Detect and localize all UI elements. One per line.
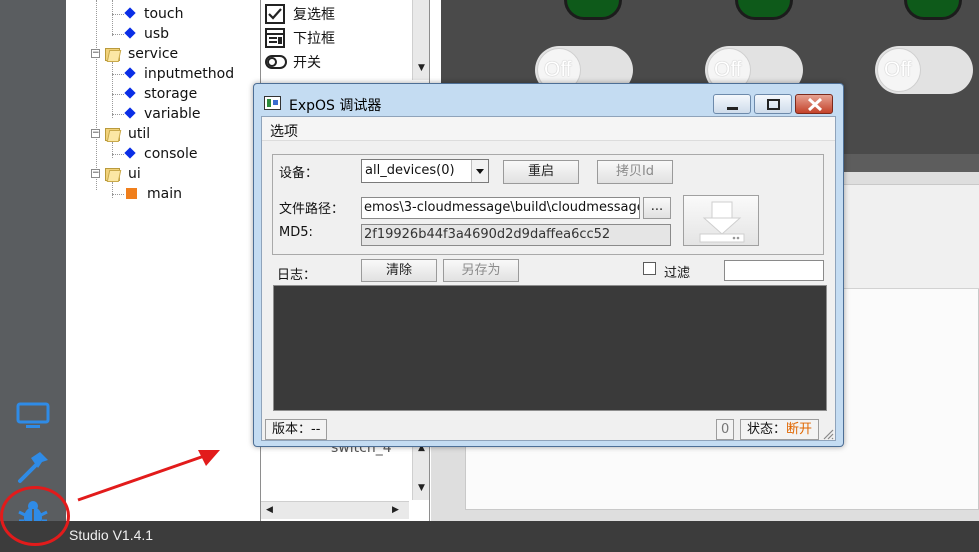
folder-icon: [105, 46, 120, 61]
status-badge: 断开: [786, 422, 813, 437]
filter-checkbox[interactable]: [643, 262, 656, 275]
md5-field: 2f19926b44f3a4690d2d9daffea6cc52: [361, 224, 671, 246]
module-icon: [124, 87, 136, 99]
toggle-icon: [265, 55, 287, 69]
scroll-down-arrow-icon[interactable]: ▼: [413, 60, 430, 77]
green-indicator: [735, 0, 793, 20]
dialog-titlebar[interactable]: ExpOS 调试器: [254, 84, 843, 116]
filter-input[interactable]: [724, 260, 824, 281]
annotation-circle: [0, 486, 70, 546]
dialog-title: ExpOS 调试器: [289, 98, 382, 114]
message-count: 0: [716, 419, 735, 440]
widget-list-hscrollbar[interactable]: ◀ ▶: [261, 501, 409, 519]
folder-icon: [105, 126, 120, 141]
green-indicator: [904, 0, 962, 20]
checkbox-icon: [265, 4, 285, 24]
connection-status: 状态：断开: [740, 419, 820, 440]
green-indicator: [564, 0, 622, 20]
dropdown-icon: [265, 28, 285, 48]
annotation-arrow-icon: [77, 450, 220, 502]
canvas-off-switch[interactable]: Off: [875, 46, 973, 94]
debugger-dialog[interactable]: ExpOS 调试器 选项 设备： all_devices(0) 重启 拷贝Id …: [253, 83, 844, 447]
widget-list-scrollbar-top[interactable]: ▼: [412, 0, 429, 80]
dialog-client: 选项 设备： all_devices(0) 重启 拷贝Id 文件路径： emos…: [261, 116, 836, 441]
scroll-down-arrow-icon[interactable]: ▼: [413, 480, 430, 497]
scroll-left-arrow-icon[interactable]: ◀: [261, 502, 278, 519]
collapse-toggle[interactable]: −: [91, 169, 100, 178]
menu-options[interactable]: 选项: [270, 121, 298, 141]
hammer-icon[interactable]: [12, 447, 54, 487]
file-path-field[interactable]: emos\3-cloudmessage\build\cloudmessage.a…: [361, 197, 640, 219]
copy-id-button[interactable]: 拷贝Id: [597, 160, 673, 184]
widget-item-dropdown[interactable]: 下拉框: [265, 27, 335, 51]
collapse-toggle[interactable]: −: [91, 129, 100, 138]
status-bar: Studio V1.4.1: [0, 521, 979, 552]
scroll-right-arrow-icon[interactable]: ▶: [387, 502, 404, 519]
tree-item-console[interactable]: console: [124, 144, 198, 164]
tree-item-usb[interactable]: usb: [124, 24, 169, 44]
chevron-down-icon: [471, 160, 488, 182]
device-label: 设备：: [279, 166, 319, 181]
log-label: 日志：: [277, 268, 317, 283]
monitor-icon[interactable]: [12, 396, 54, 436]
minimize-button[interactable]: [713, 94, 751, 114]
widget-item-toggle[interactable]: 开关: [265, 51, 321, 75]
tree-item-touch[interactable]: touch: [124, 4, 184, 24]
collapse-toggle[interactable]: −: [91, 49, 100, 58]
widget-list-scrollbar[interactable]: ▲ ▼: [412, 440, 429, 500]
maximize-button[interactable]: [754, 94, 792, 114]
tree-item-main[interactable]: main: [126, 184, 182, 204]
module-icon: [124, 67, 136, 79]
menu-bar: 选项: [262, 117, 835, 141]
tree-item-inputmethod[interactable]: inputmethod: [124, 64, 234, 84]
tree-item-variable[interactable]: variable: [124, 104, 200, 124]
widget-item-checkbox[interactable]: 复选框: [265, 3, 335, 27]
save-as-button[interactable]: 另存为: [443, 259, 519, 282]
tree-folder-service[interactable]: service: [105, 44, 178, 64]
close-button[interactable]: [795, 94, 833, 114]
log-output[interactable]: [273, 285, 827, 411]
module-icon: [124, 147, 136, 159]
download-button[interactable]: [683, 195, 759, 246]
download-icon: [699, 201, 745, 243]
app-icon: [264, 96, 281, 110]
studio-version: Studio V1.4.1: [69, 527, 154, 543]
page-icon: [126, 188, 137, 199]
clear-log-button[interactable]: 清除: [361, 259, 437, 282]
resize-grip-icon[interactable]: [822, 428, 834, 440]
md5-label: MD5:: [279, 225, 313, 240]
file-path-label: 文件路径：: [279, 202, 345, 217]
browse-button[interactable]: ...: [643, 197, 671, 219]
tree-folder-ui[interactable]: ui: [105, 164, 141, 184]
device-select[interactable]: all_devices(0): [361, 159, 489, 183]
tree-folder-util[interactable]: util: [105, 124, 150, 144]
activity-bar: [0, 0, 66, 532]
module-icon: [124, 7, 136, 19]
filter-label: 过滤: [664, 266, 691, 281]
tree-item-storage[interactable]: storage: [124, 84, 197, 104]
version-indicator: 版本：--: [265, 419, 328, 440]
folder-icon: [105, 166, 120, 181]
module-icon: [124, 107, 136, 119]
restart-button[interactable]: 重启: [503, 160, 579, 184]
module-icon: [124, 27, 136, 39]
